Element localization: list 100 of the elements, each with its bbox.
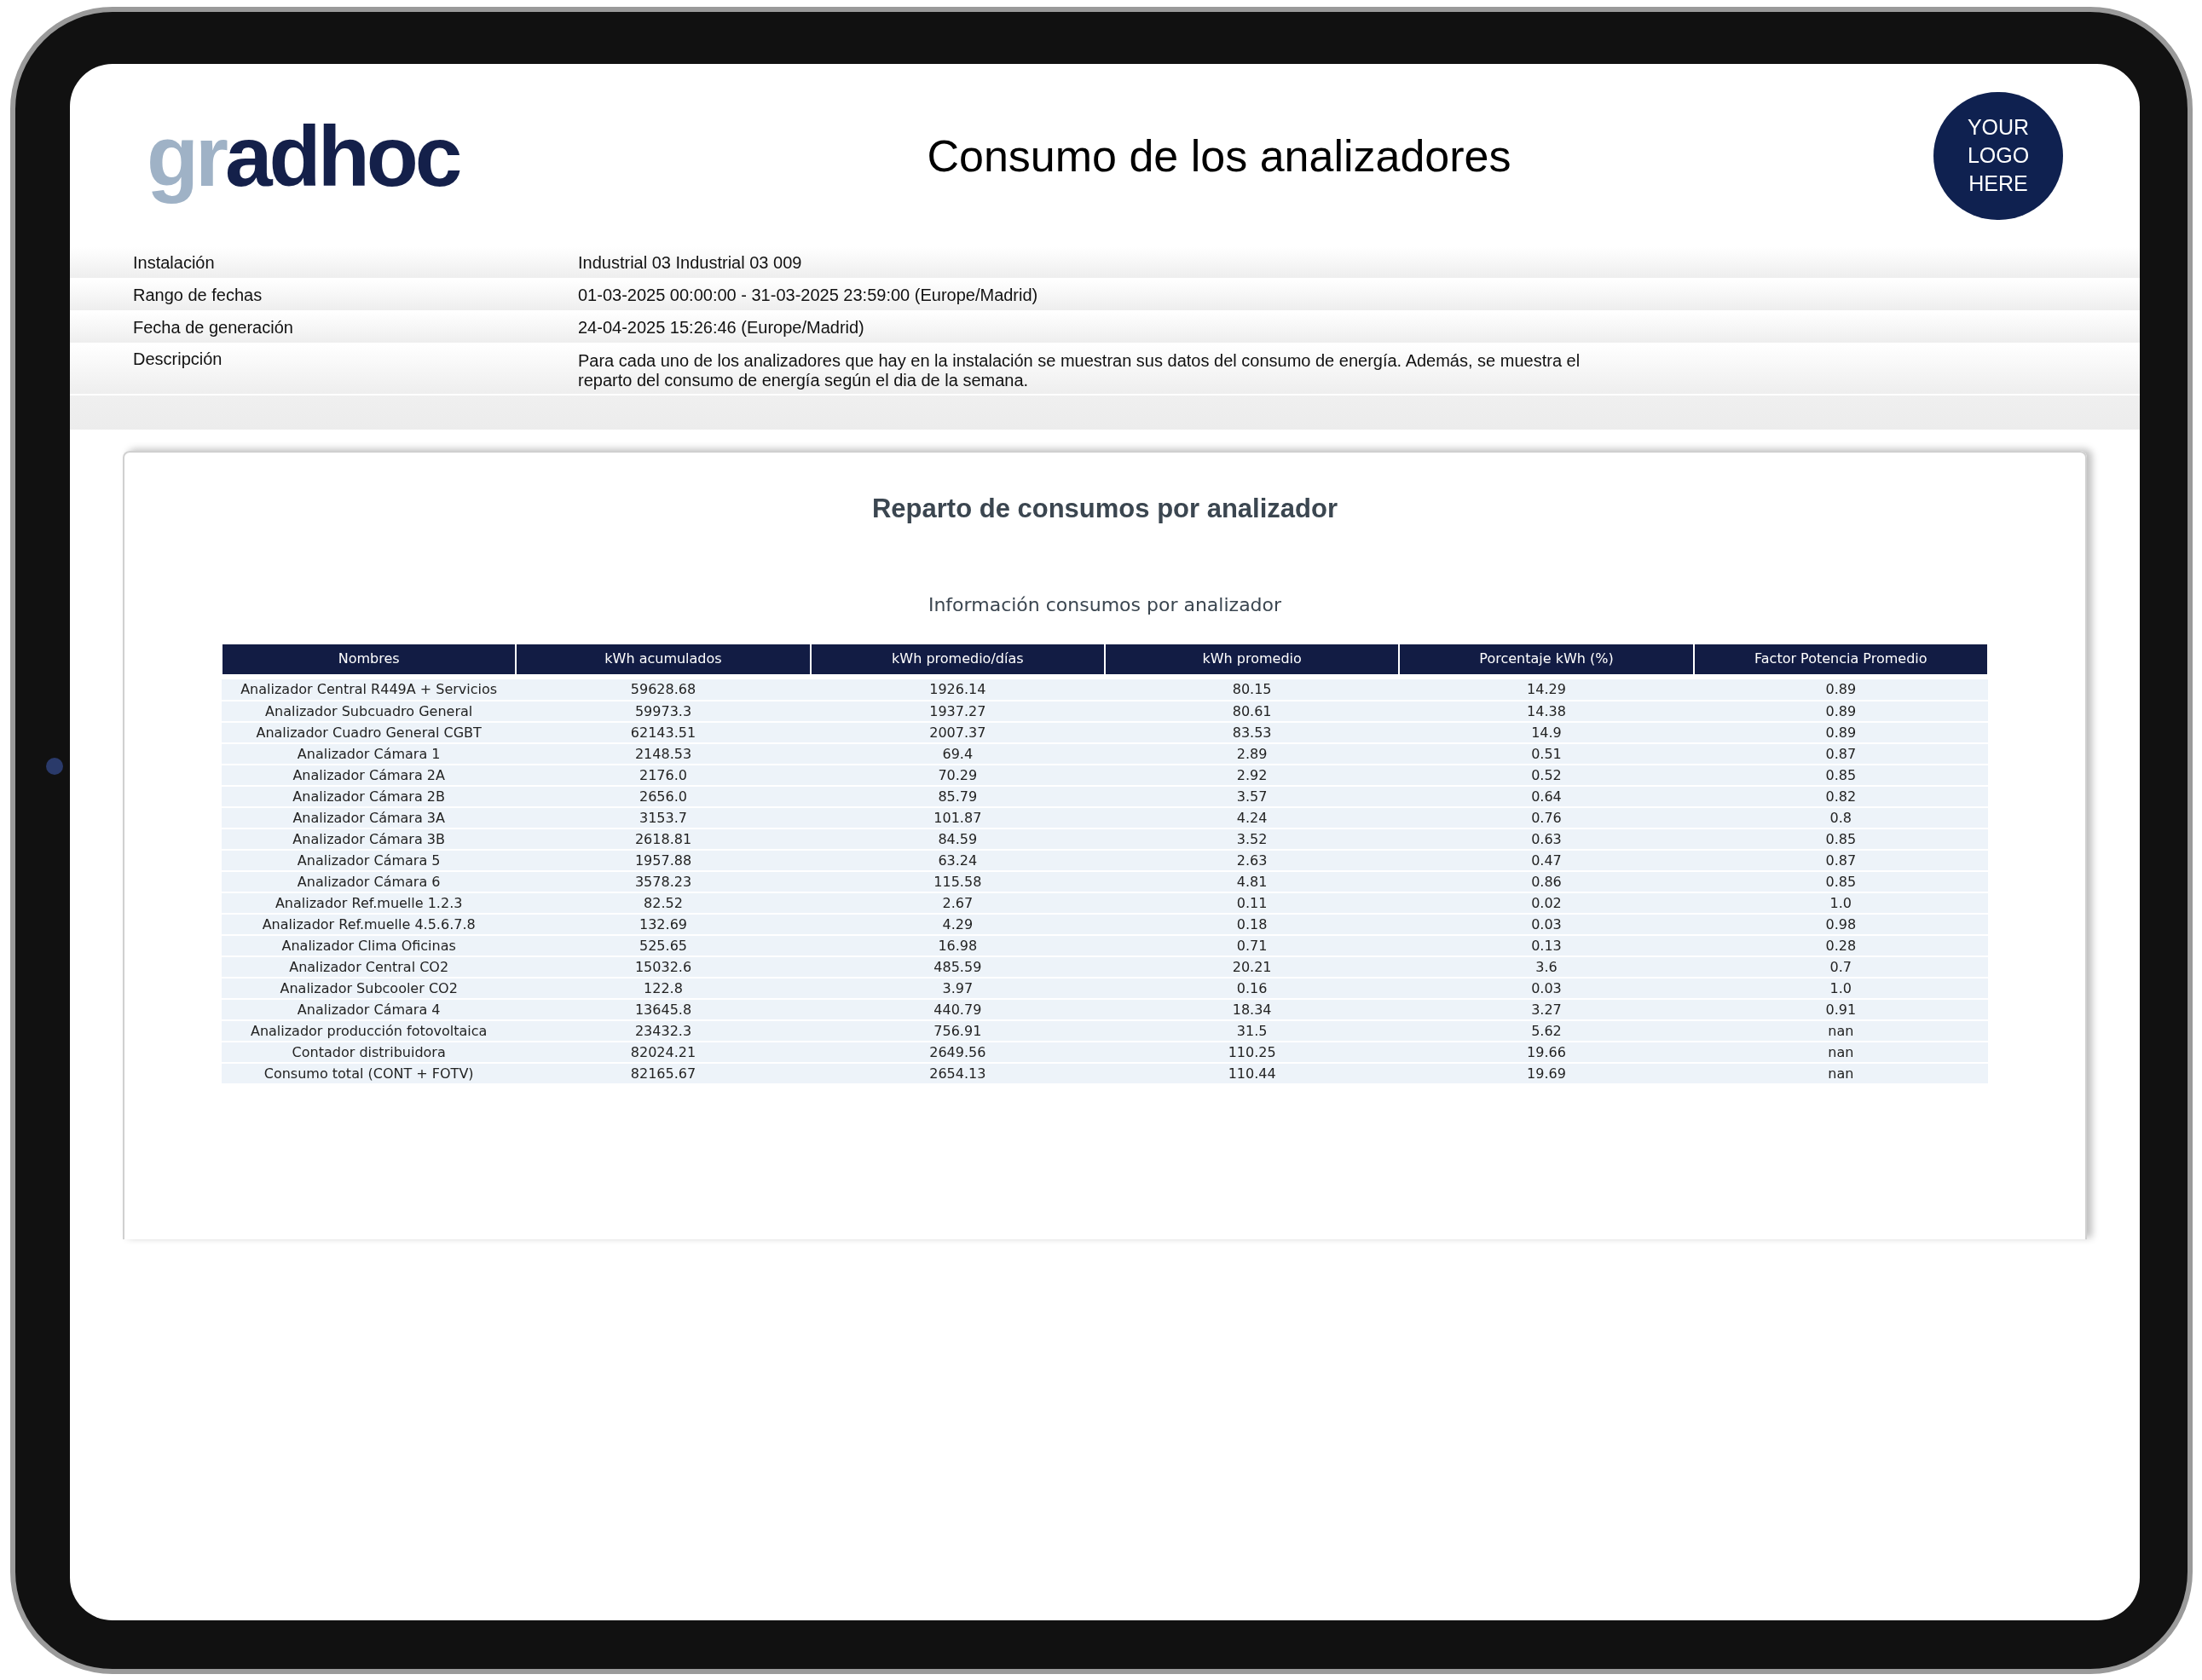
table-cell: 3.6 (1399, 955, 1694, 978)
info-label: Descripción (133, 349, 223, 370)
table-cell: 18.34 (1105, 998, 1400, 1020)
table-cell: 2649.56 (810, 1041, 1105, 1063)
table-cell: 0.86 (1399, 870, 1694, 892)
column-header: kWh acumulados (516, 644, 811, 674)
table-title: Información consumos por analizador (928, 592, 1282, 617)
column-header: kWh promedio/días (810, 644, 1105, 674)
table-cell: Analizador Ref.muelle 1.2.3 (222, 892, 517, 914)
camera-icon (46, 758, 63, 775)
info-value: 24-04-2025 15:26:46 (Europe/Madrid) (578, 317, 865, 338)
table-cell: 0.76 (1399, 806, 1694, 828)
table-cell: Analizador Central CO2 (222, 955, 517, 978)
table-cell: nan (1693, 1019, 1988, 1042)
table-cell: 3.27 (1399, 998, 1694, 1020)
table-cell: nan (1693, 1062, 1988, 1084)
table-cell: 84.59 (810, 828, 1105, 850)
info-label: Rango de fechas (133, 285, 263, 306)
table-cell: 16.98 (810, 934, 1105, 956)
table-cell: 69.4 (810, 742, 1105, 765)
table-cell: 0.11 (1105, 892, 1400, 914)
table-cell: 3578.23 (516, 870, 811, 892)
table-cell: 59628.68 (516, 678, 811, 701)
table-cell: 62143.51 (516, 721, 811, 743)
card-title: Reparto de consumos por analizador (871, 493, 1338, 525)
table-cell: 0.85 (1693, 870, 1988, 892)
table-cell: 0.63 (1399, 828, 1694, 850)
table-cell: 0.02 (1399, 892, 1694, 914)
table-cell: Consumo total (CONT + FOTV) (222, 1062, 517, 1084)
table-cell: nan (1693, 1041, 1988, 1063)
column-header: Nombres (222, 644, 517, 674)
table-cell: 82.52 (516, 892, 811, 914)
table-cell: 1926.14 (810, 678, 1105, 701)
table-cell: 4.81 (1105, 870, 1400, 892)
table-cell: 4.29 (810, 913, 1105, 935)
table-cell: 2654.13 (810, 1062, 1105, 1084)
table-cell: Analizador producción fotovoltaica (222, 1019, 517, 1042)
table-cell: Analizador Ref.muelle 4.5.6.7.8 (222, 913, 517, 935)
table-cell: 0.89 (1693, 721, 1988, 743)
table-cell: 3.97 (810, 977, 1105, 999)
table-cell: 122.8 (516, 977, 811, 999)
table-cell: Analizador Cámara 3B (222, 828, 517, 850)
table-cell: Analizador Subcuadro General (222, 700, 517, 722)
table-cell: 2007.37 (810, 721, 1105, 743)
table-cell: 80.61 (1105, 700, 1400, 722)
table-cell: Analizador Subcooler CO2 (222, 977, 517, 999)
table-cell: 14.29 (1399, 678, 1694, 701)
table-cell: 59973.3 (516, 700, 811, 722)
table-cell: 0.28 (1693, 934, 1988, 956)
table-cell: 110.44 (1105, 1062, 1400, 1084)
table-cell: Analizador Cámara 6 (222, 870, 517, 892)
table-cell: 3153.7 (516, 806, 811, 828)
table-cell: 2.63 (1105, 849, 1400, 871)
table-cell: 1.0 (1693, 977, 1988, 999)
info-label: Instalación (133, 252, 216, 274)
table-cell: 0.16 (1105, 977, 1400, 999)
table-cell: 85.79 (810, 785, 1105, 807)
table-cell: Analizador Cámara 4 (222, 998, 517, 1020)
table-cell: 0.89 (1693, 700, 1988, 722)
table-cell: 2656.0 (516, 785, 811, 807)
table-cell: Analizador Cámara 3A (222, 806, 517, 828)
table-cell: 101.87 (810, 806, 1105, 828)
table-cell: 70.29 (810, 764, 1105, 786)
table-cell: 1957.88 (516, 849, 811, 871)
table-cell: 31.5 (1105, 1019, 1400, 1042)
report-title: Consumo de los analizadores (927, 130, 1511, 182)
column-header: Factor Potencia Promedio (1693, 644, 1988, 674)
table-cell: 0.87 (1693, 849, 1988, 871)
info-label: Fecha de generación (133, 317, 294, 338)
table-cell: 485.59 (810, 955, 1105, 978)
info-value: Para cada uno de los analizadores que hay en la instalación se muestran sus datos del consumo de energía. Además, se muestra el reparto del consumo de energía según el dia de la semana. (578, 350, 1581, 391)
table-cell: Analizador Cámara 2A (222, 764, 517, 786)
table-cell: Analizador Cámara 1 (222, 742, 517, 765)
table-cell: 14.9 (1399, 721, 1694, 743)
table-cell: 0.47 (1399, 849, 1694, 871)
table-cell: 132.69 (516, 913, 811, 935)
logo: gradhoc (147, 107, 460, 205)
table-cell: Analizador Cámara 2B (222, 785, 517, 807)
table-cell: 2148.53 (516, 742, 811, 765)
table-cell: 0.64 (1399, 785, 1694, 807)
table-cell: 2.67 (810, 892, 1105, 914)
info-value: Industrial 03 Industrial 03 009 (578, 252, 803, 274)
table-cell: 0.85 (1693, 764, 1988, 786)
table-cell: 82024.21 (516, 1041, 811, 1063)
table-cell: 2176.0 (516, 764, 811, 786)
table-cell: 19.66 (1399, 1041, 1694, 1063)
table-cell: 1.0 (1693, 892, 1988, 914)
column-header: Porcentaje kWh (%) (1399, 644, 1694, 674)
table-cell: 0.18 (1105, 913, 1400, 935)
table-cell: 2.89 (1105, 742, 1400, 765)
table-cell: 0.51 (1399, 742, 1694, 765)
column-header: kWh promedio (1105, 644, 1400, 674)
table-cell: 115.58 (810, 870, 1105, 892)
table-cell: 0.85 (1693, 828, 1988, 850)
table-cell: Analizador Clima Oficinas (222, 934, 517, 956)
table-cell: 0.7 (1693, 955, 1988, 978)
table-cell: 0.82 (1693, 785, 1988, 807)
table-cell: 3.57 (1105, 785, 1400, 807)
table-cell: 0.8 (1693, 806, 1988, 828)
table-cell: 3.52 (1105, 828, 1400, 850)
